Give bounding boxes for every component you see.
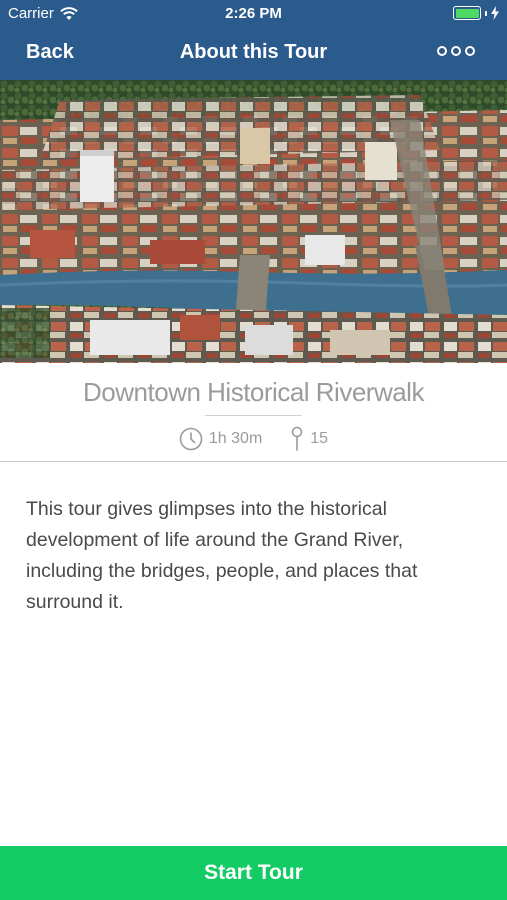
aerial-city-river-illustration	[0, 80, 507, 363]
more-dot	[437, 46, 447, 56]
tour-duration: 1h 30m	[179, 427, 262, 451]
clock-icon	[179, 427, 203, 451]
more-dot	[451, 46, 461, 56]
more-dots-icon[interactable]	[437, 46, 475, 56]
section-divider	[0, 461, 507, 462]
tour-duration-value: 1h 30m	[208, 430, 263, 447]
start-tour-button[interactable]: Start Tour	[0, 846, 507, 900]
tour-description: This tour gives glimpses into the histor…	[26, 498, 418, 613]
tour-summary: Downtown Historical Riverwalk 1h 30m 15	[0, 363, 507, 461]
battery-level	[455, 8, 479, 18]
battery-tip	[485, 10, 487, 16]
top-bar: Carrier 2:26 PM Back About this Tour	[0, 0, 507, 80]
navigation-bar: Back About this Tour	[0, 28, 507, 80]
nav-title: About this Tour	[179, 41, 328, 63]
more-dot	[465, 46, 475, 56]
battery-icon	[453, 6, 481, 20]
status-bar: Carrier 2:26 PM	[0, 0, 507, 28]
tour-title: Downtown Historical Riverwalk	[83, 377, 424, 407]
status-time: 2:26 PM	[225, 5, 282, 22]
pin-icon	[291, 426, 303, 451]
charging-bolt-icon	[491, 6, 499, 20]
tour-hero-image	[0, 80, 507, 363]
tour-stops: 15	[290, 426, 328, 452]
title-underline	[205, 415, 302, 416]
tour-meta: 1h 30m 15	[0, 426, 507, 452]
tour-stops-value: 15	[310, 430, 329, 447]
battery-indicator	[453, 6, 499, 20]
